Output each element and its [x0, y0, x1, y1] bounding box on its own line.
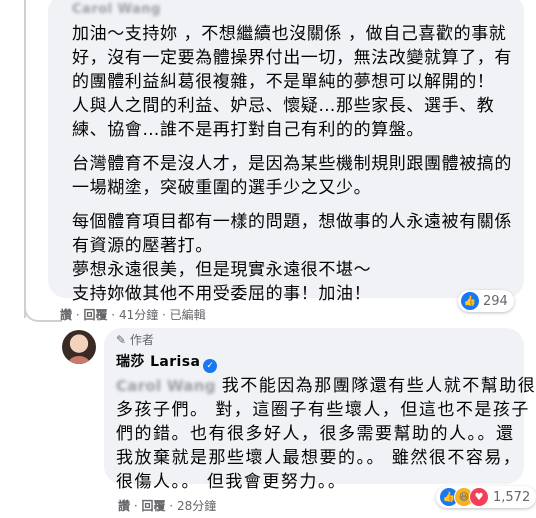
reply-text-line: 很傷人。。 但我會更努力。。	[116, 472, 347, 492]
comment-text-line: 一場糊塗，突破重圍的選手少之又少。	[72, 178, 372, 198]
comment-text-line: 練、協會…誰不是再打對自己有利的的算盤。	[72, 120, 424, 140]
avatar[interactable]	[62, 330, 96, 364]
like-icon: 👍	[461, 292, 479, 310]
reaction-count: 1,572	[493, 489, 531, 505]
comment-actions: 讚 · 回覆 · 41分鐘 · 已編輯	[60, 308, 206, 322]
thread-line	[24, 0, 26, 318]
comment-text-line: 夢想永遠很美，但是現實永遠很不堪～	[72, 260, 372, 280]
timestamp[interactable]: 41分鐘	[119, 308, 158, 322]
reply-link[interactable]: 回覆	[83, 308, 107, 322]
comment-text-line: 好，沒有一定要為體操界付出一切，無法改變就算了，有	[72, 48, 512, 68]
comment-text-line: 每個體育項目都有一樣的問題，想做事的人永遠被有關係	[72, 212, 512, 232]
reply-reaction-summary[interactable]: 👍 😆 ♥ 1,572	[436, 486, 536, 508]
thread-connector	[24, 296, 62, 322]
love-icon: ♥	[469, 487, 489, 507]
reply-text-line: 們的錯。也有很多好人，很多需要幫助的人。。還	[116, 424, 515, 444]
edited-label: 已編輯	[169, 308, 206, 322]
reply-author-name[interactable]: 瑞莎 Larisa	[116, 354, 200, 370]
like-link[interactable]: 讚	[60, 308, 72, 322]
reply-author[interactable]: 瑞莎 Larisa ✓	[116, 351, 218, 373]
timestamp[interactable]: 28分鐘	[177, 499, 216, 513]
author-pen-icon: ✎	[116, 333, 127, 347]
comment-text-line: 的團體利益糾葛很複雜，不是單純的夢想可以解開的！	[72, 72, 495, 92]
comment-author-blurred[interactable]: Carol Wang	[72, 2, 161, 17]
comment-text-line: 支持妳做其他不用受委屈的事！加油！	[72, 284, 372, 304]
reaction-summary[interactable]: 👍 294	[458, 290, 514, 312]
comment-text-line: 加油～支持妳 ，不想繼續也沒關係 ，做自己喜歡的事就	[72, 24, 507, 44]
reply-link[interactable]: 回覆	[141, 499, 165, 513]
comment-text-line: 有資源的壓著打。	[72, 236, 213, 256]
like-link[interactable]: 讚	[118, 499, 130, 513]
comment-text-line: 人與人之間的利益、妒忌、懷疑…那些家長、選手、教	[72, 96, 495, 116]
comment-text-line: 台灣體育不是沒人才，是因為某些機制規則跟團體被搞的	[72, 154, 512, 174]
mention-blurred[interactable]: Carol Wang	[116, 374, 216, 398]
reaction-count: 294	[483, 293, 508, 309]
reply-text-line: 多孩子們。 對，這圈子有些壞人，但這也不是孩子	[116, 400, 530, 420]
reaction-icons: 👍 😆 ♥	[439, 487, 489, 507]
author-badge: ✎ 作者	[116, 333, 154, 347]
reply-actions: 讚 · 回覆 · 28分鐘	[118, 499, 217, 513]
reply-text-line: 我放棄就是那些壞人最想要的。。 雖然很不容易，	[116, 448, 522, 468]
reply-text-line: Carol Wang 我不能因為那團隊還有些人就不幫助很	[116, 374, 536, 398]
verified-icon: ✓	[203, 359, 218, 373]
